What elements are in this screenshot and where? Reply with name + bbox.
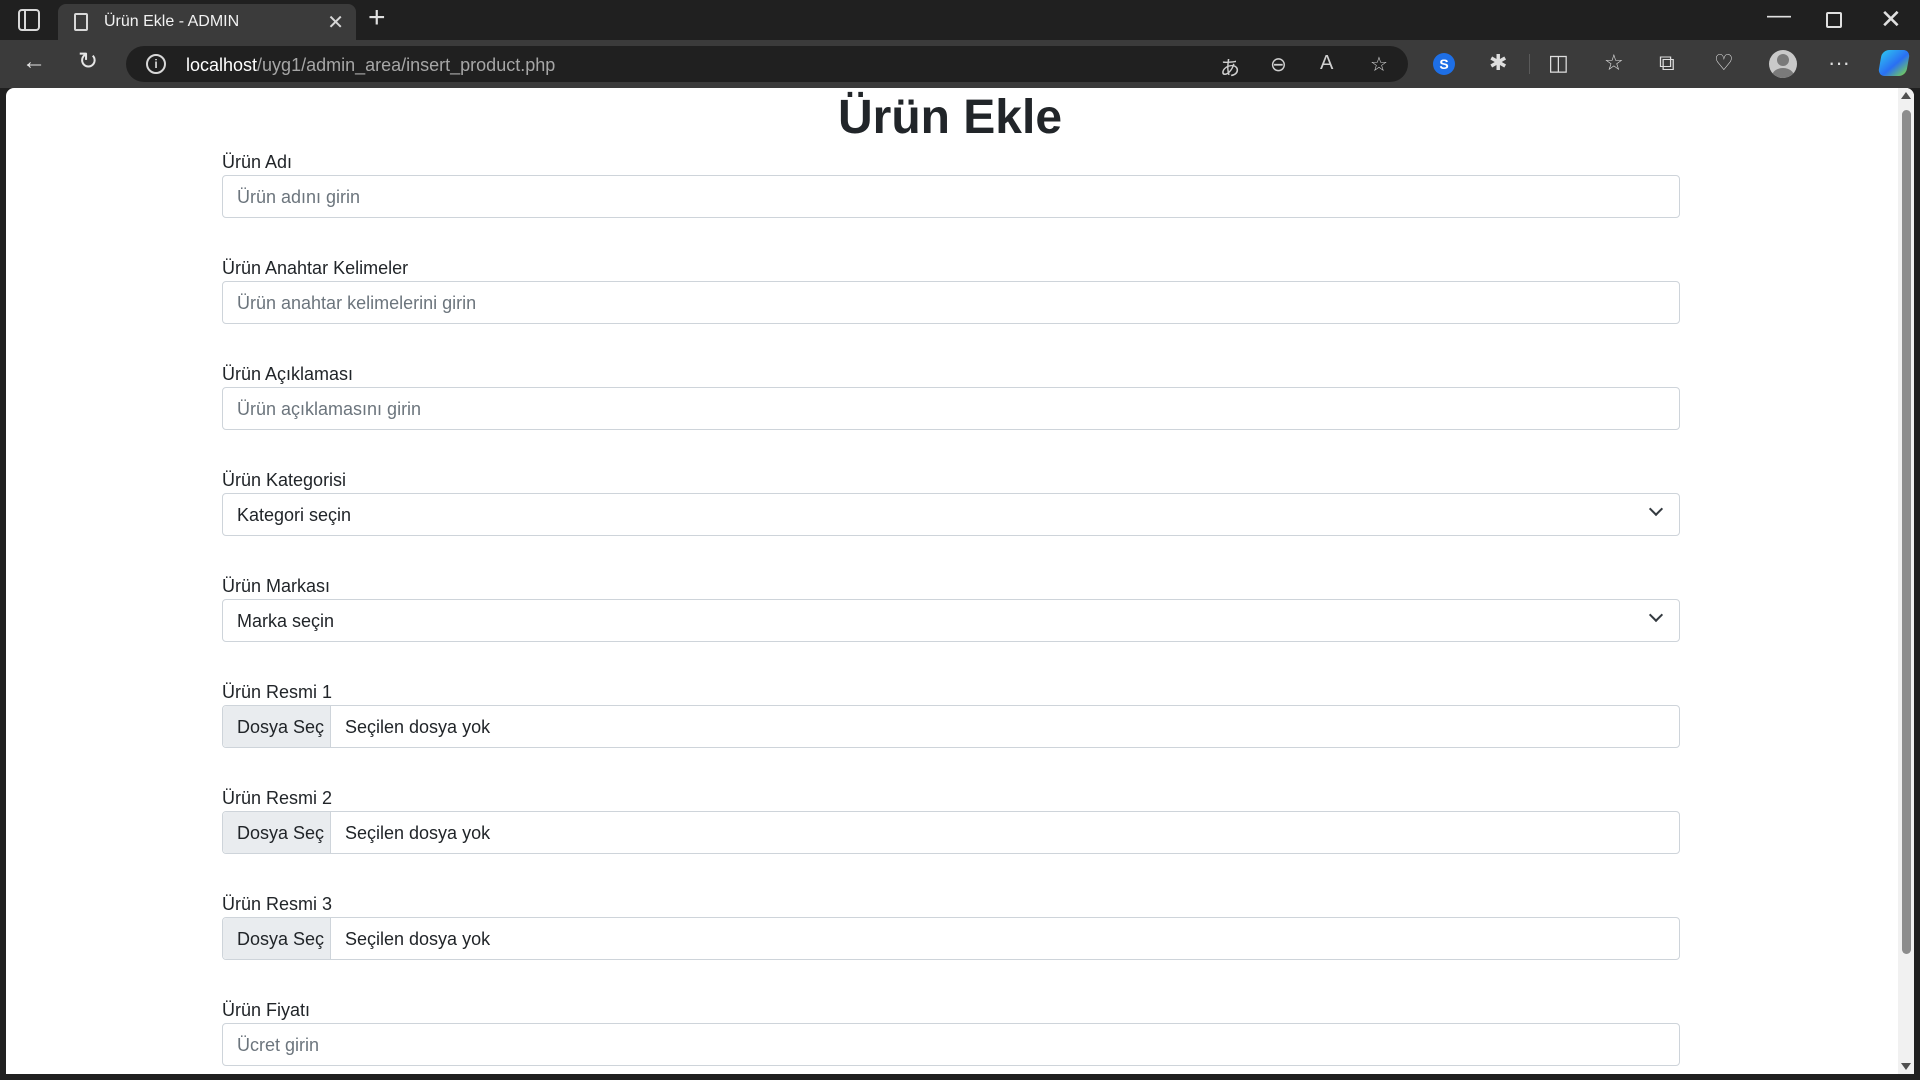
product-image-3-label: Ürün Resmi 3 (222, 894, 333, 914)
shazam-extension-icon[interactable]: S (1433, 53, 1455, 75)
field-product-keywords: Ürün Anahtar Kelimeler Ürün anahtar keli… (222, 258, 1680, 364)
file-status-text: Seçilen dosya yok (345, 929, 491, 949)
field-product-image-2: Ürün Resmi 2 Dosya Seç Seçilen dosya yok (222, 788, 1680, 894)
product-name-label: Ürün Adı (222, 152, 293, 172)
scroll-down-arrow-icon[interactable] (1901, 1063, 1911, 1070)
product-image-1-label: Ürün Resmi 1 (222, 682, 333, 702)
close-tab-icon[interactable]: ✕ (327, 10, 344, 35)
product-price-input[interactable]: Ücret girin (222, 1023, 1680, 1066)
field-product-price: Ürün Fiyatı Ücret girin (222, 1000, 1680, 1074)
choose-file-label: Dosya Seç (237, 717, 325, 737)
favorites-icon[interactable]: ☆ (1604, 50, 1624, 76)
product-description-label: Ürün Açıklaması (222, 364, 354, 384)
profile-avatar-icon[interactable] (1769, 50, 1797, 78)
product-description-placeholder: Ürün açıklamasını girin (237, 399, 422, 419)
product-image-1-file-input[interactable]: Dosya Seç Seçilen dosya yok (222, 705, 1680, 748)
product-image-2-label: Ürün Resmi 2 (222, 788, 333, 808)
file-status-text: Seçilen dosya yok (345, 823, 491, 843)
product-image-3-choose-button[interactable]: Dosya Seç (223, 918, 331, 959)
chevron-down-icon (1648, 501, 1664, 517)
field-product-category: Ürün Kategorisi Kategori seçin (222, 470, 1680, 576)
scroll-up-arrow-icon[interactable] (1901, 92, 1911, 99)
field-product-name: Ürün Adı Ürün adını girin (222, 152, 1680, 258)
product-brand-label: Ürün Markası (222, 576, 331, 596)
url-text[interactable]: localhost/uyg1/admin_area/insert_product… (186, 55, 555, 76)
file-status-text: Seçilen dosya yok (345, 717, 491, 737)
product-keywords-label: Ürün Anahtar Kelimeler (222, 258, 409, 278)
scrollbar-thumb[interactable] (1902, 110, 1911, 954)
product-brand-select[interactable]: Marka seçin (222, 599, 1680, 642)
product-price-placeholder: Ücret girin (237, 1035, 320, 1055)
product-brand-value: Marka seçin (237, 611, 335, 631)
url-path: /uyg1/admin_area/insert_product.php (257, 55, 556, 75)
field-product-description: Ürün Açıklaması Ürün açıklamasını girin (222, 364, 1680, 470)
collections-icon[interactable]: ⧉ (1659, 50, 1675, 76)
back-icon[interactable]: ← (22, 50, 46, 74)
insert-product-form: Ürün Adı Ürün adını girin Ürün Anahtar K… (222, 152, 1680, 1074)
browser-toolbar: ← ↻ i localhost/uyg1/admin_area/insert_p… (0, 40, 1920, 88)
new-tab-icon[interactable]: + (368, 3, 386, 33)
site-info-icon[interactable]: i (146, 54, 166, 74)
product-price-label: Ürün Fiyatı (222, 1000, 311, 1020)
window-bottom-edge (0, 1074, 1920, 1080)
page-viewport: Ürün Ekle Ürün Adı Ürün adını girin Ürün… (6, 88, 1914, 1074)
product-keywords-placeholder: Ürün anahtar kelimelerini girin (237, 293, 477, 313)
field-product-image-3: Ürün Resmi 3 Dosya Seç Seçilen dosya yok (222, 894, 1680, 1000)
more-options-icon[interactable]: ··· (1828, 50, 1850, 76)
tab-actions-icon[interactable] (18, 9, 40, 31)
window-close-icon[interactable]: ✕ (1880, 4, 1902, 35)
product-name-placeholder: Ürün adını girin (237, 187, 361, 207)
choose-file-label: Dosya Seç (237, 823, 325, 843)
product-category-select[interactable]: Kategori seçin (222, 493, 1680, 536)
tab-active[interactable]: Ürün Ekle - ADMIN ✕ (58, 4, 356, 40)
favorite-star-icon[interactable]: ☆ (1370, 52, 1388, 77)
restore-icon[interactable] (1826, 12, 1842, 28)
split-screen-icon[interactable]: ◫ (1548, 50, 1569, 76)
product-category-value: Kategori seçin (237, 505, 352, 525)
product-image-2-choose-button[interactable]: Dosya Seç (223, 812, 331, 853)
product-keywords-input[interactable]: Ürün anahtar kelimelerini girin (222, 281, 1680, 324)
reload-icon[interactable]: ↻ (78, 50, 98, 74)
copilot-icon[interactable] (1877, 50, 1911, 76)
translate-icon[interactable]: あ (1220, 52, 1240, 81)
product-image-2-file-input[interactable]: Dosya Seç Seçilen dosya yok (222, 811, 1680, 854)
tab-strip: Ürün Ekle - ADMIN ✕ + — ✕ (0, 0, 1920, 40)
toolbar-divider (1529, 54, 1530, 74)
field-product-image-1: Ürün Resmi 1 Dosya Seç Seçilen dosya yok (222, 682, 1680, 788)
minimize-icon[interactable]: — (1767, 2, 1791, 30)
vertical-scrollbar[interactable] (1898, 88, 1914, 1074)
chevron-down-icon (1648, 607, 1664, 623)
tab-title: Ürün Ekle - ADMIN (104, 13, 240, 30)
read-aloud-icon[interactable]: A (1320, 52, 1333, 75)
choose-file-label: Dosya Seç (237, 929, 325, 949)
product-description-input[interactable]: Ürün açıklamasını girin (222, 387, 1680, 430)
product-name-input[interactable]: Ürün adını girin (222, 175, 1680, 218)
page-title: Ürün Ekle (837, 91, 1063, 144)
url-host: localhost (186, 55, 258, 75)
product-category-label: Ürün Kategorisi (222, 470, 347, 490)
field-product-brand: Ürün Markası Marka seçin (222, 576, 1680, 682)
product-image-1-choose-button[interactable]: Dosya Seç (223, 706, 331, 747)
zoom-out-icon[interactable]: ⊖ (1270, 52, 1287, 77)
browser-essentials-icon[interactable]: ♡ (1714, 50, 1734, 76)
extensions-icon[interactable]: ✱ (1489, 50, 1507, 76)
page-icon (74, 13, 88, 31)
product-image-3-file-input[interactable]: Dosya Seç Seçilen dosya yok (222, 917, 1680, 960)
address-bar[interactable]: i localhost/uyg1/admin_area/insert_produ… (126, 46, 1408, 82)
